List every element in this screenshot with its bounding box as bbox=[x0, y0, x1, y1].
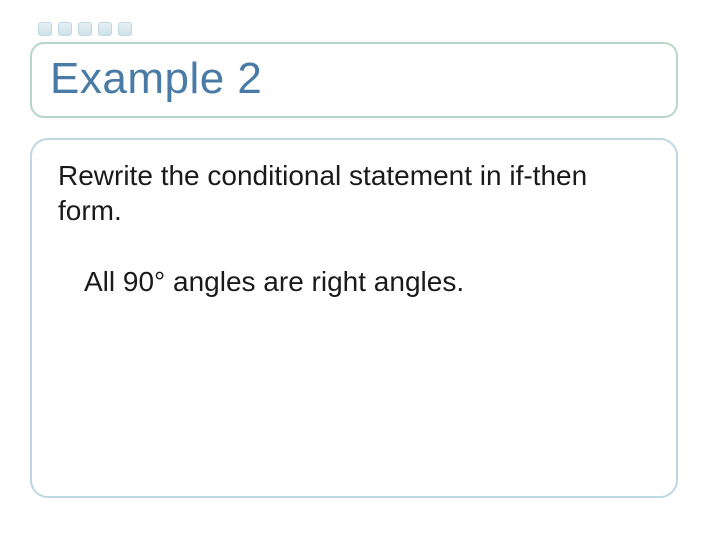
dot-icon bbox=[58, 22, 72, 36]
dot-icon bbox=[118, 22, 132, 36]
dot-icon bbox=[78, 22, 92, 36]
body-box: Rewrite the conditional statement in if-… bbox=[30, 138, 678, 498]
slide-container: Example 2 Rewrite the conditional statem… bbox=[0, 0, 720, 540]
decorative-dots bbox=[38, 22, 132, 36]
slide-title: Example 2 bbox=[50, 54, 658, 104]
dot-icon bbox=[98, 22, 112, 36]
instruction-text: Rewrite the conditional statement in if-… bbox=[56, 158, 652, 228]
statement-text: All 90° angles are right angles. bbox=[56, 266, 652, 298]
title-box: Example 2 bbox=[30, 42, 678, 118]
dot-icon bbox=[38, 22, 52, 36]
